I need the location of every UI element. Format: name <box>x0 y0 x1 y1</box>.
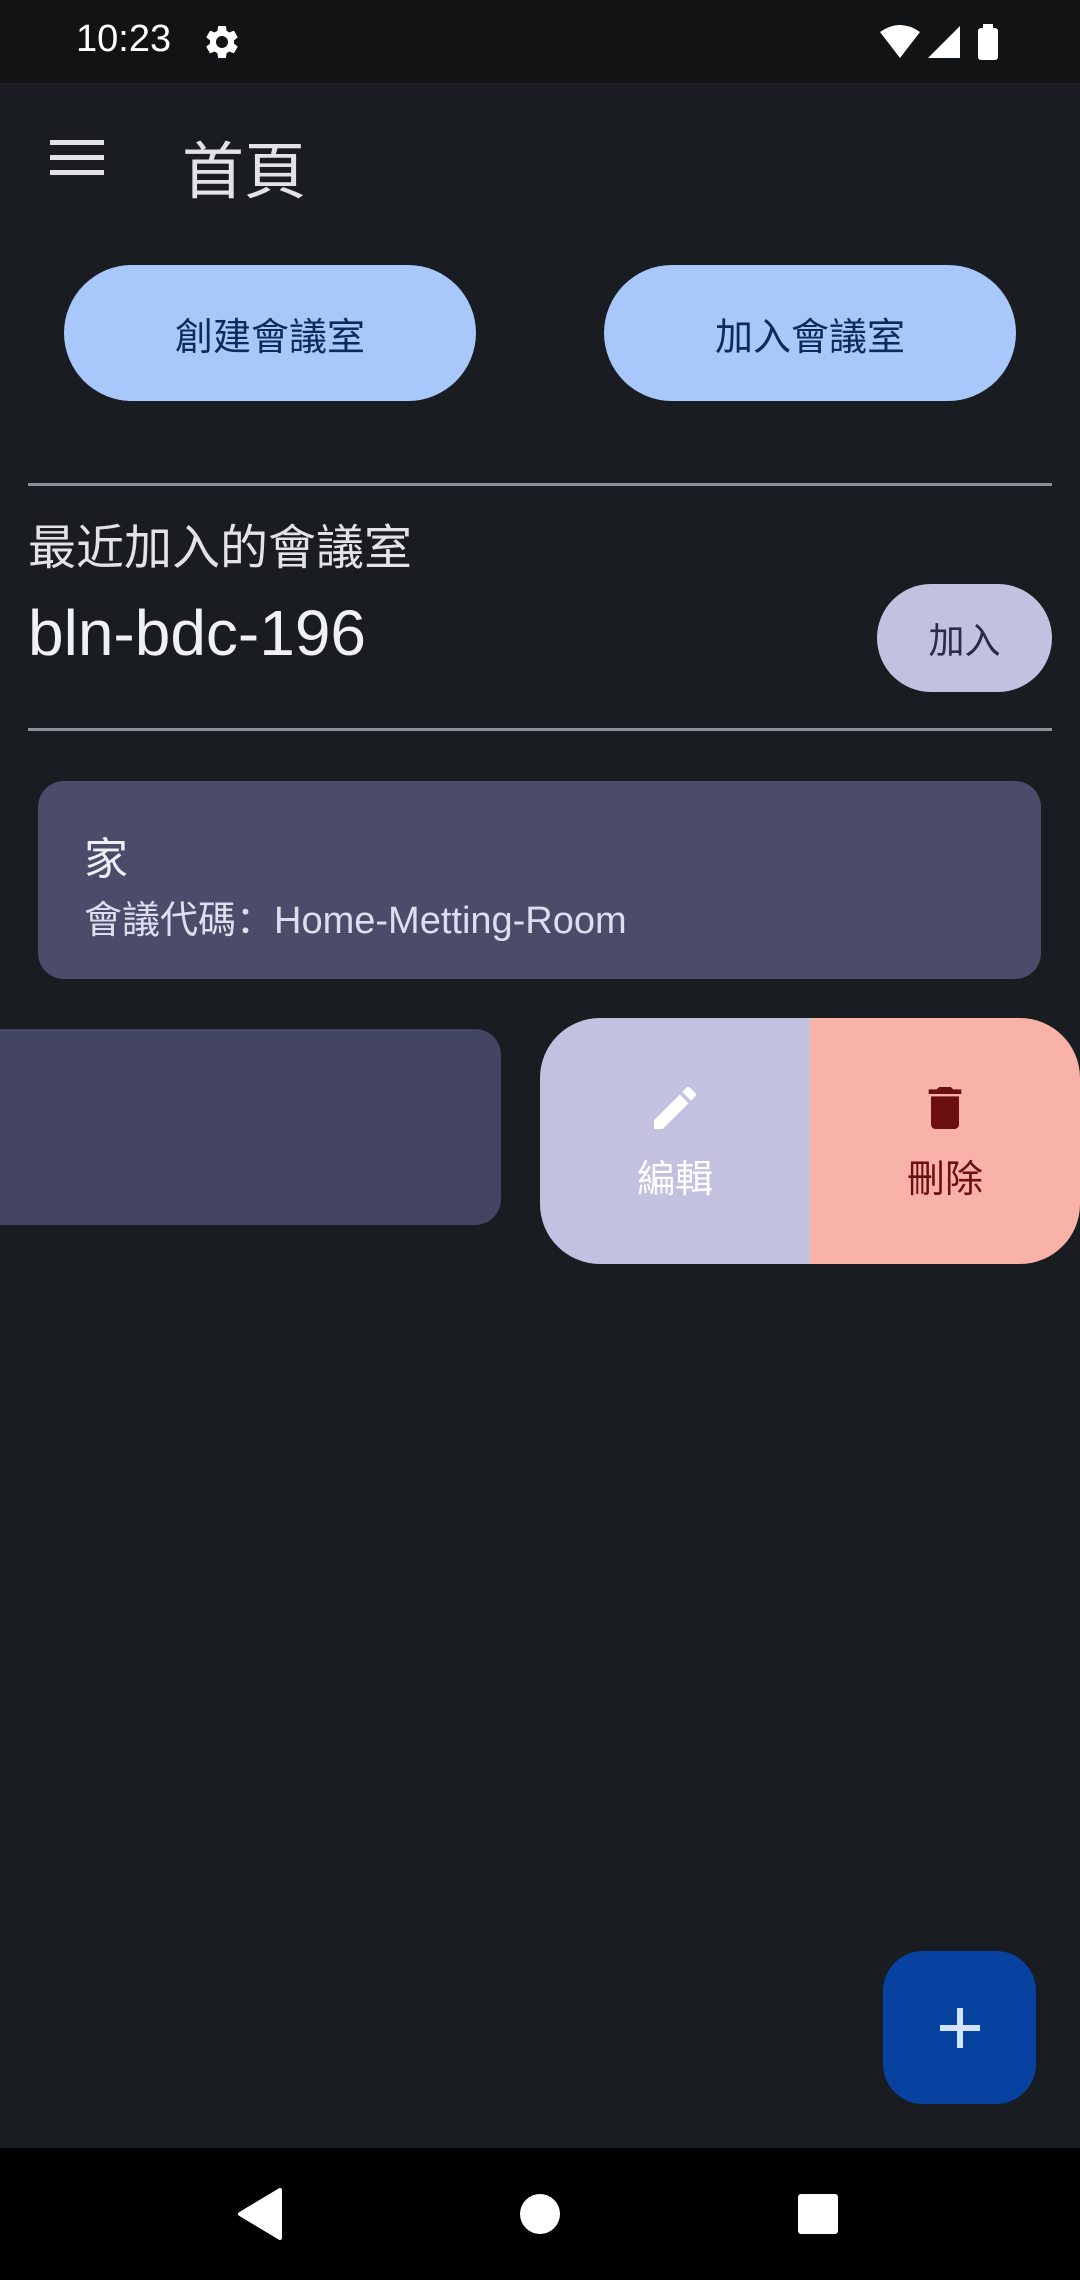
status-time: 10:23 <box>76 18 172 60</box>
settings-icon <box>206 25 238 58</box>
room-code: Home-Metting-Room <box>274 900 627 942</box>
room-code-label: 會議代碼： <box>84 898 275 942</box>
room-card[interactable]: 家 會議代碼：Home-Metting-Room <box>38 781 1041 979</box>
swiped-room-card[interactable] <box>0 1029 501 1225</box>
top-app-bar: 首頁 <box>0 83 1080 233</box>
pencil-icon <box>654 1086 697 1129</box>
room-code-line: 會議代碼：Home-Metting-Room <box>84 889 627 944</box>
recent-section-title: 最近加入的會議室 <box>28 520 413 576</box>
create-room-button[interactable]: 創建會議室 <box>64 265 476 401</box>
trash-icon <box>928 1086 962 1129</box>
delete-label: 刪除 <box>906 1156 983 1201</box>
battery-icon <box>978 28 998 60</box>
divider-top <box>28 483 1052 486</box>
add-fab-button[interactable] <box>883 1951 1036 2104</box>
edit-button[interactable]: 編輯 <box>540 1018 810 1264</box>
delete-button[interactable]: 刪除 <box>810 1018 1080 1264</box>
swipe-actions: 編輯 刪除 <box>540 1018 1080 1264</box>
plus-icon <box>939 2007 980 2048</box>
divider-bottom <box>28 728 1052 731</box>
edit-label: 編輯 <box>636 1156 713 1201</box>
signal-icon <box>928 26 960 58</box>
join-recent-button[interactable]: 加入 <box>877 584 1052 692</box>
recents-icon[interactable] <box>782 2178 854 2250</box>
recent-room-code: bln-bdc-196 <box>28 597 366 669</box>
room-name: 家 <box>84 834 128 885</box>
wifi-icon <box>880 25 920 58</box>
page-title: 首頁 <box>182 135 307 208</box>
join-room-button[interactable]: 加入會議室 <box>604 265 1016 401</box>
menu-icon[interactable] <box>50 138 104 178</box>
status-icons <box>880 24 998 60</box>
system-nav-bar <box>0 2148 1080 2280</box>
back-icon[interactable] <box>224 2178 296 2250</box>
home-icon[interactable] <box>504 2178 576 2250</box>
status-bar: 10:23 <box>0 0 1080 83</box>
